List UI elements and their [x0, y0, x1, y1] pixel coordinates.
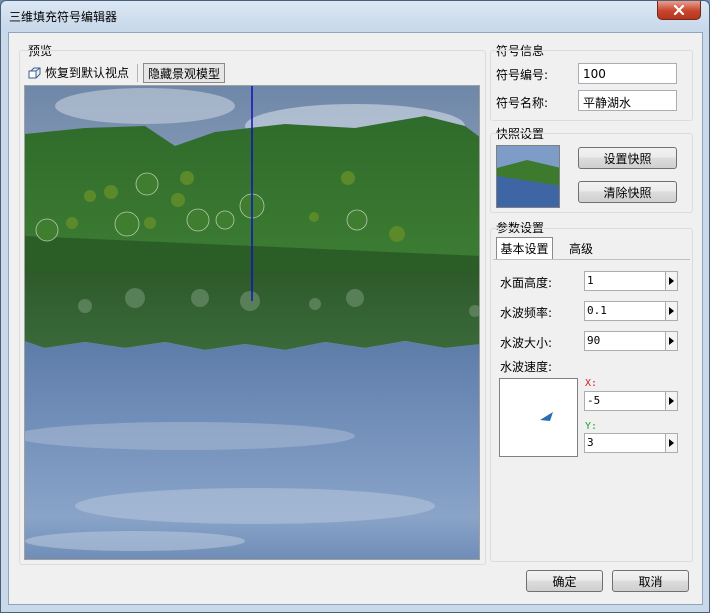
- spin-right-icon: [669, 307, 674, 315]
- wave-speed-y-value: 3: [587, 436, 594, 449]
- wave-speed-x-value: -5: [587, 394, 601, 407]
- snapshot-thumbnail: [496, 145, 560, 208]
- x-axis-label: X:: [585, 378, 598, 389]
- tab-basic-settings[interactable]: 基本设置: [496, 237, 553, 259]
- snapshot-image: [497, 146, 559, 207]
- direction-arrow-icon: [540, 412, 553, 421]
- ok-button[interactable]: 确定: [526, 570, 603, 592]
- wave-frequency-label: 水波频率:: [500, 306, 553, 320]
- clear-snapshot-button[interactable]: 清除快照: [578, 181, 677, 203]
- wave-speed-x-input[interactable]: -5: [584, 391, 678, 411]
- wave-speed-y-input[interactable]: 3: [584, 433, 678, 453]
- wave-size-spin[interactable]: [665, 332, 677, 350]
- restore-view-icon: [28, 67, 41, 78]
- wave-size-label: 水波大小:: [500, 336, 553, 350]
- wave-speed-label: 水波速度:: [500, 360, 553, 374]
- dialog-window: 三维填充符号编辑器 预览 恢复到默认视点 隐藏景观模型 符号信息 符号编号: 1…: [0, 0, 710, 613]
- water-height-input[interactable]: 1: [584, 271, 678, 291]
- cancel-button[interactable]: 取消: [612, 570, 689, 592]
- set-snapshot-label: 设置快照: [603, 151, 652, 166]
- restore-view-label: 恢复到默认视点: [45, 66, 130, 80]
- ok-label: 确定: [552, 574, 577, 589]
- cancel-label: 取消: [638, 574, 663, 589]
- hide-model-label: 隐藏景观模型: [148, 66, 221, 81]
- dialog-client-area: 预览 恢复到默认视点 隐藏景观模型 符号信息 符号编号: 100 符号名称: 平…: [8, 32, 703, 605]
- clear-snapshot-label: 清除快照: [603, 185, 652, 200]
- water-height-label: 水面高度:: [500, 276, 553, 290]
- wave-frequency-input[interactable]: 0.1: [584, 301, 678, 321]
- window-title: 三维填充符号编辑器: [9, 10, 118, 24]
- wave-frequency-spin[interactable]: [665, 302, 677, 320]
- water-height-value: 1: [587, 274, 594, 287]
- title-bar[interactable]: 三维填充符号编辑器: [1, 1, 709, 31]
- water-height-spin[interactable]: [665, 272, 677, 290]
- set-snapshot-button[interactable]: 设置快照: [578, 147, 677, 169]
- spin-right-icon: [669, 277, 674, 285]
- symbol-id-label: 符号编号:: [496, 68, 549, 82]
- close-icon: [673, 5, 685, 15]
- symbol-id-field[interactable]: 100: [578, 63, 677, 84]
- wave-direction-pad[interactable]: [499, 378, 578, 457]
- wave-size-value: 90: [587, 334, 601, 347]
- wave-speed-y-spin[interactable]: [665, 434, 677, 452]
- tab-divider: [493, 259, 690, 260]
- toolbar-separator: [137, 64, 138, 82]
- tab-advanced[interactable]: 高级: [561, 237, 601, 259]
- scene-3d-view[interactable]: [25, 86, 480, 560]
- tab-advanced-label: 高级: [568, 241, 593, 256]
- scene-preview[interactable]: [24, 85, 480, 560]
- y-axis-label: Y:: [585, 421, 598, 432]
- wave-frequency-value: 0.1: [587, 304, 607, 317]
- tab-basic-label: 基本设置: [500, 242, 549, 256]
- restore-view-button[interactable]: 恢复到默认视点: [27, 64, 129, 81]
- symbol-name-field[interactable]: 平静湖水: [578, 90, 677, 111]
- hide-model-button[interactable]: 隐藏景观模型: [143, 63, 226, 83]
- close-button[interactable]: [657, 1, 701, 20]
- spin-right-icon: [669, 337, 674, 345]
- spin-right-icon: [669, 439, 674, 447]
- symbol-name-label: 符号名称:: [496, 96, 549, 110]
- spin-right-icon: [669, 397, 674, 405]
- wave-speed-x-spin[interactable]: [665, 392, 677, 410]
- wave-size-input[interactable]: 90: [584, 331, 678, 351]
